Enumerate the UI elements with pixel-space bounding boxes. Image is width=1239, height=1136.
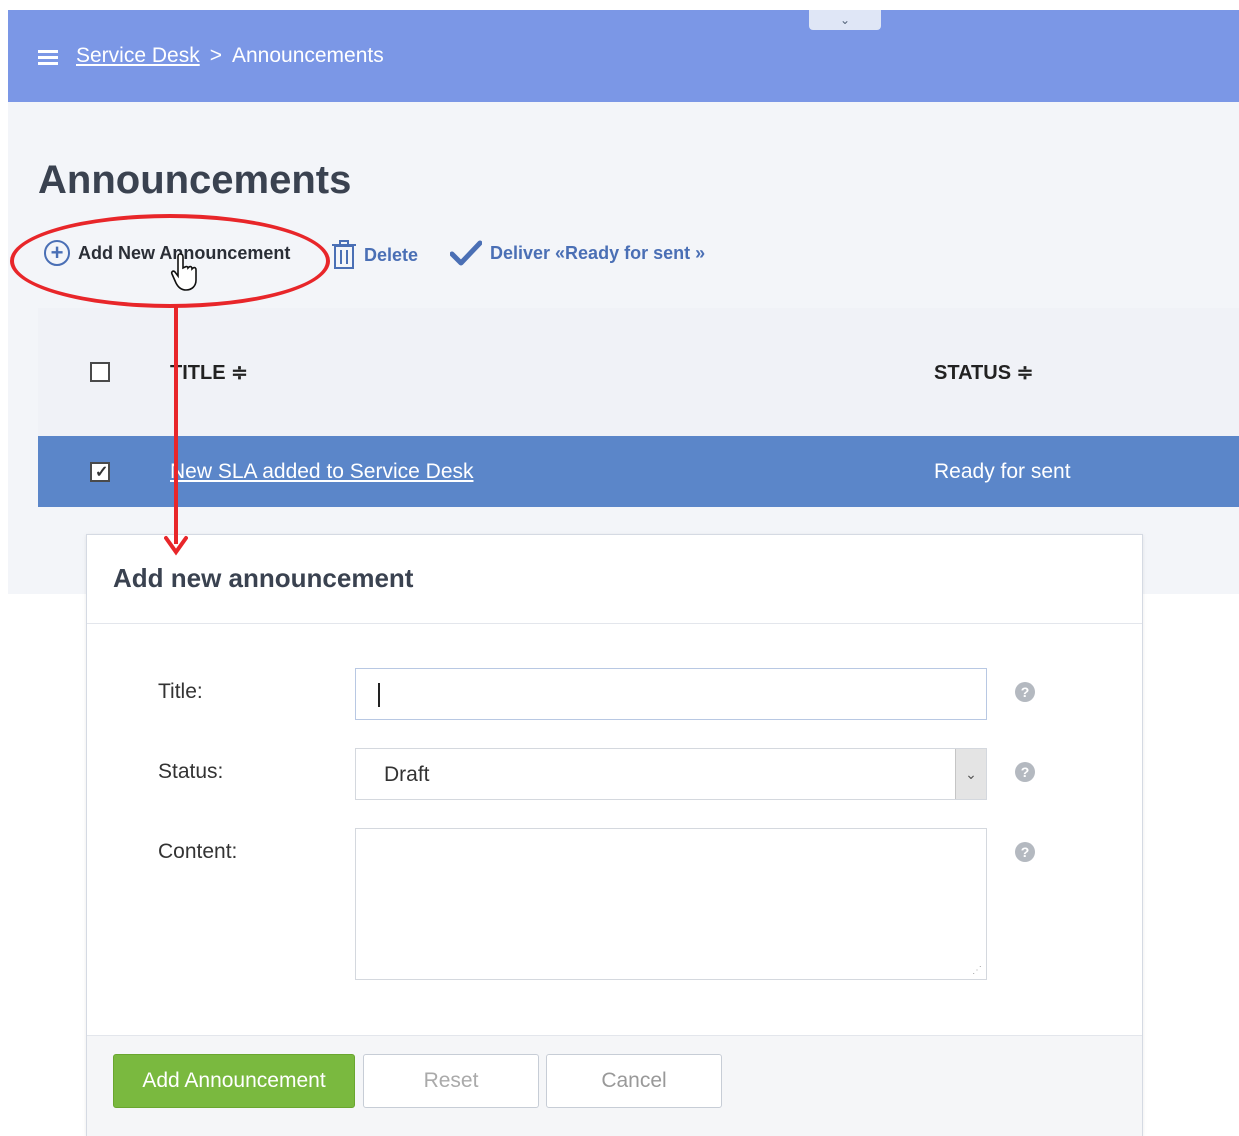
dialog-title: Add new announcement xyxy=(113,563,414,593)
annotation-arrow-line xyxy=(174,306,178,544)
column-status-header[interactable]: STATUS ≑ xyxy=(934,360,1033,385)
title-input[interactable] xyxy=(355,668,987,720)
reset-button[interactable]: Reset xyxy=(363,1054,539,1108)
breadcrumb-service-desk[interactable]: Service Desk xyxy=(76,44,200,68)
breadcrumb-current: Announcements xyxy=(231,44,384,67)
table-row[interactable]: ✓ New SLA added to Service Desk Ready fo… xyxy=(38,436,1239,507)
collapse-header-toggle[interactable]: ⌄ xyxy=(809,10,881,30)
resize-grip-icon[interactable]: ⋰ xyxy=(972,965,982,976)
help-icon[interactable]: ? xyxy=(1015,762,1035,782)
content-textarea[interactable]: ⋰ xyxy=(355,828,987,980)
add-announcement-dialog: Add new announcement Title: ? Status: Dr… xyxy=(86,534,1143,1136)
add-announcement-button[interactable]: Add Announcement xyxy=(113,1054,355,1108)
chevron-down-icon: ⌄ xyxy=(839,13,851,27)
hand-cursor-icon xyxy=(170,253,197,291)
breadcrumb: Service Desk > Announcements xyxy=(76,44,384,68)
text-caret xyxy=(378,683,380,707)
cancel-button[interactable]: Cancel xyxy=(546,1054,722,1108)
select-all-checkbox[interactable] xyxy=(90,362,110,382)
title-label: Title: xyxy=(158,680,203,703)
trash-icon xyxy=(332,240,356,269)
dialog-footer: Add Announcement Reset Cancel xyxy=(87,1035,1142,1136)
content-label: Content: xyxy=(158,840,238,863)
delete-button[interactable]: Delete xyxy=(332,240,418,270)
annotation-arrow-head xyxy=(164,536,188,556)
divider xyxy=(87,623,1142,624)
column-title-header[interactable]: TITLE ≑ xyxy=(170,360,248,385)
checkmark-icon: ✓ xyxy=(95,464,109,481)
table-header: TITLE ≑ STATUS ≑ xyxy=(38,308,1239,436)
page-title: Announcements xyxy=(38,158,352,202)
delete-label: Delete xyxy=(364,244,419,265)
check-icon xyxy=(450,240,482,266)
status-label: Status: xyxy=(158,760,224,783)
deliver-ready-button[interactable]: Deliver «Ready for sent » xyxy=(450,240,705,266)
menu-icon[interactable] xyxy=(38,50,58,66)
row-title-link[interactable]: New SLA added to Service Desk xyxy=(170,460,474,484)
chevron-down-icon[interactable]: ⌄ xyxy=(955,749,986,799)
row-checkbox[interactable]: ✓ xyxy=(90,462,110,482)
status-select[interactable]: Draft ⌄ xyxy=(355,748,987,800)
deliver-label: Deliver «Ready for sent » xyxy=(490,242,706,263)
breadcrumb-separator: > xyxy=(209,44,222,67)
help-icon[interactable]: ? xyxy=(1015,842,1035,862)
status-selected-value: Draft xyxy=(384,763,430,786)
row-status: Ready for sent xyxy=(934,460,1071,483)
help-icon[interactable]: ? xyxy=(1015,682,1035,702)
